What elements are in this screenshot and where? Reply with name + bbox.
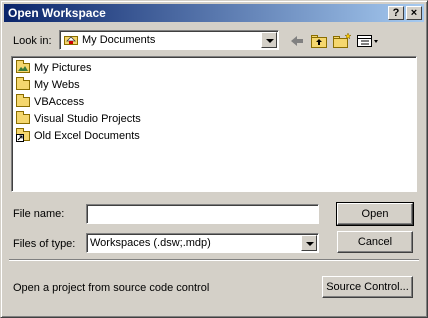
source-control-button[interactable]: Source Control... <box>322 276 413 298</box>
file-name-text: Visual Studio Projects <box>34 113 141 125</box>
look-in-label: Look in: <box>13 35 52 47</box>
status-text: Open a project from source code control <box>13 282 210 294</box>
file-type-combo[interactable]: Workspaces (.dsw;.mdp) <box>86 233 319 253</box>
folder-icon <box>16 94 30 107</box>
file-name-label: File name: <box>13 208 65 220</box>
close-button[interactable]: × <box>406 6 422 20</box>
open-workspace-dialog: Open Workspace ? × Look in: My Documents <box>0 0 428 318</box>
view-menu-icon[interactable] <box>355 32 381 50</box>
back-arrow-icon[interactable] <box>287 32 307 50</box>
cancel-button[interactable]: Cancel <box>337 231 413 253</box>
look-in-dropdown-button[interactable] <box>261 32 277 48</box>
look-in-combo[interactable]: My Documents <box>59 30 279 50</box>
file-list[interactable]: My Pictures My Webs VBAccess Visual Stud… <box>11 56 417 192</box>
folder-home-icon <box>64 33 78 45</box>
file-name-text: My Webs <box>34 79 80 91</box>
title-bar[interactable]: Open Workspace ? × <box>4 4 424 22</box>
file-name-text: Old Excel Documents <box>34 130 140 142</box>
file-name-text: VBAccess <box>34 96 85 108</box>
help-button[interactable]: ? <box>388 6 404 20</box>
folder-icon <box>16 77 30 90</box>
open-button[interactable]: Open <box>336 202 414 226</box>
window-title: Open Workspace <box>8 6 106 20</box>
file-type-dropdown-button[interactable] <box>301 235 317 251</box>
file-type-label: Files of type: <box>13 238 76 250</box>
new-folder-icon[interactable] <box>332 32 352 50</box>
file-name-input[interactable] <box>86 204 319 224</box>
look-in-value: My Documents <box>82 34 156 46</box>
separator <box>9 259 419 261</box>
file-name-text: My Pictures <box>34 62 92 74</box>
pictures-folder-icon <box>16 60 30 73</box>
folder-icon <box>16 111 30 124</box>
file-type-value: Workspaces (.dsw;.mdp) <box>90 237 211 249</box>
up-folder-icon[interactable] <box>309 32 329 50</box>
shortcut-folder-icon <box>16 128 30 142</box>
